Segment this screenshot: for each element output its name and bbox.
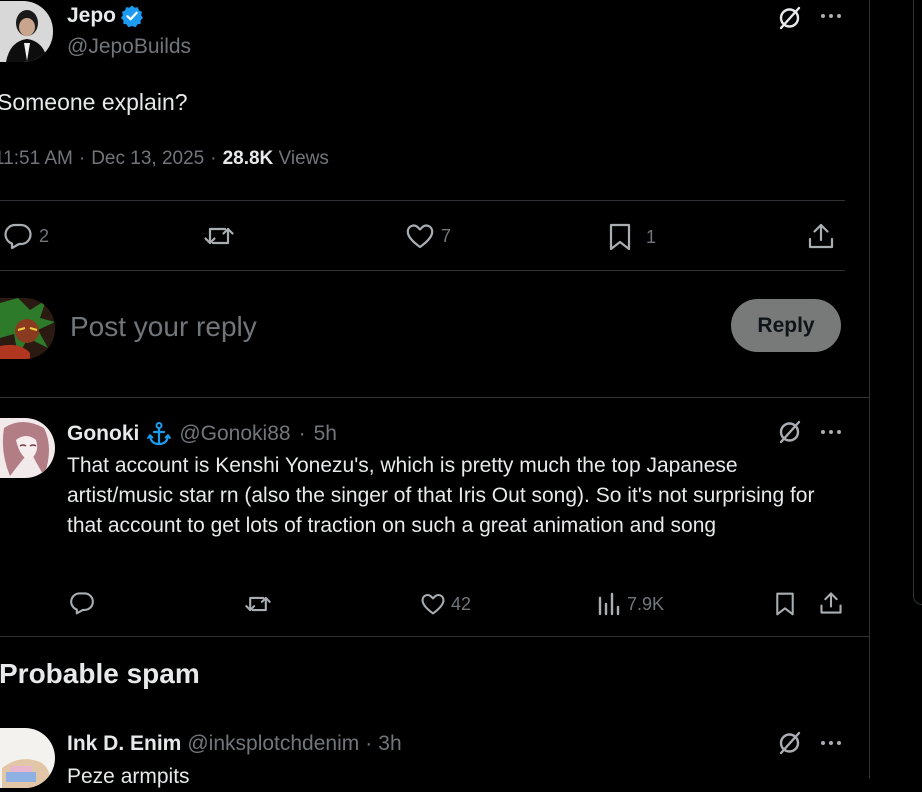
reply-grok-icon[interactable] — [777, 419, 803, 445]
bookmark-icon — [609, 223, 631, 251]
reply-views-count: 7.9K — [627, 593, 665, 614]
spam-author-name[interactable]: Ink D. Enim — [67, 732, 181, 756]
like-action[interactable]: 7 — [405, 222, 451, 250]
author-name[interactable]: Jepo — [67, 4, 116, 28]
more-options-icon[interactable] — [818, 5, 844, 27]
reply-share-icon[interactable] — [818, 590, 844, 616]
repost-icon — [204, 227, 234, 245]
reply-text: That account is Kenshi Yonezu's, which i… — [67, 454, 815, 537]
like-count: 7 — [441, 225, 452, 246]
grok-icon[interactable] — [777, 5, 803, 31]
reply-repost-icon[interactable] — [243, 591, 273, 617]
spam-author-avatar-image — [0, 728, 55, 788]
author-handle[interactable]: @JepoBuilds — [67, 35, 191, 59]
reply-bookmark-icon[interactable] — [773, 591, 797, 617]
author-avatar[interactable] — [0, 1, 53, 62]
reply-heart-icon — [421, 594, 445, 615]
views-count: 28.8K — [222, 148, 274, 169]
views-chart-icon — [598, 592, 620, 616]
reply-reply-icon[interactable] — [69, 590, 95, 616]
reply-button[interactable]: Reply — [731, 299, 841, 352]
reply-more-options-icon[interactable] — [818, 421, 844, 443]
reply-like-count: 42 — [451, 593, 472, 614]
right-sidebar-edge — [913, 0, 922, 605]
reply-action[interactable]: 2 — [3, 221, 49, 251]
heart-icon — [406, 224, 434, 249]
spam-author-avatar[interactable] — [0, 728, 55, 788]
reply-icon — [4, 223, 32, 250]
spam-reply-text: Peze armpits — [67, 765, 190, 788]
reply-author-avatar[interactable] — [0, 418, 55, 478]
current-user-avatar[interactable] — [0, 298, 55, 359]
share-icon[interactable] — [806, 221, 836, 251]
reply-views-action[interactable]: 7.9K — [597, 592, 664, 616]
bookmark-action[interactable]: 1 — [606, 222, 656, 252]
reply-author-handle[interactable]: @Gonoki88 — [179, 422, 290, 446]
reply-like-action[interactable]: 42 — [420, 592, 471, 616]
verified-badge-icon — [121, 5, 144, 28]
post-meta: 11:51 AM · Dec 13, 2025 · 28.8K Views — [0, 148, 329, 170]
reply-author-name[interactable]: Gonoki — [67, 422, 139, 446]
views-label: Views — [278, 148, 329, 169]
repost-action[interactable] — [202, 221, 236, 251]
post-text: Someone explain? — [0, 89, 188, 115]
reply-composer-input[interactable] — [70, 307, 710, 347]
reply-age[interactable]: 5h — [314, 422, 337, 446]
spam-reply-age[interactable]: 3h — [378, 732, 401, 756]
spam-author-handle[interactable]: @inksplotchdenim — [187, 732, 359, 756]
post-date[interactable]: Dec 13, 2025 — [91, 148, 204, 170]
author-avatar-image — [0, 1, 53, 62]
spam-more-options-icon[interactable] — [818, 732, 844, 754]
probable-spam-heading: Probable spam — [0, 658, 200, 689]
post-time[interactable]: 11:51 AM — [0, 148, 73, 170]
current-user-avatar-image — [0, 298, 55, 359]
spam-grok-icon[interactable] — [777, 730, 803, 756]
reply-author-avatar-image — [0, 418, 55, 478]
conversation-column: Jepo @JepoBuilds Someone explain? 11:51 … — [0, 0, 870, 788]
bookmark-count: 1 — [646, 226, 657, 247]
reply-count: 2 — [39, 225, 50, 246]
anchor-icon — [147, 422, 172, 446]
